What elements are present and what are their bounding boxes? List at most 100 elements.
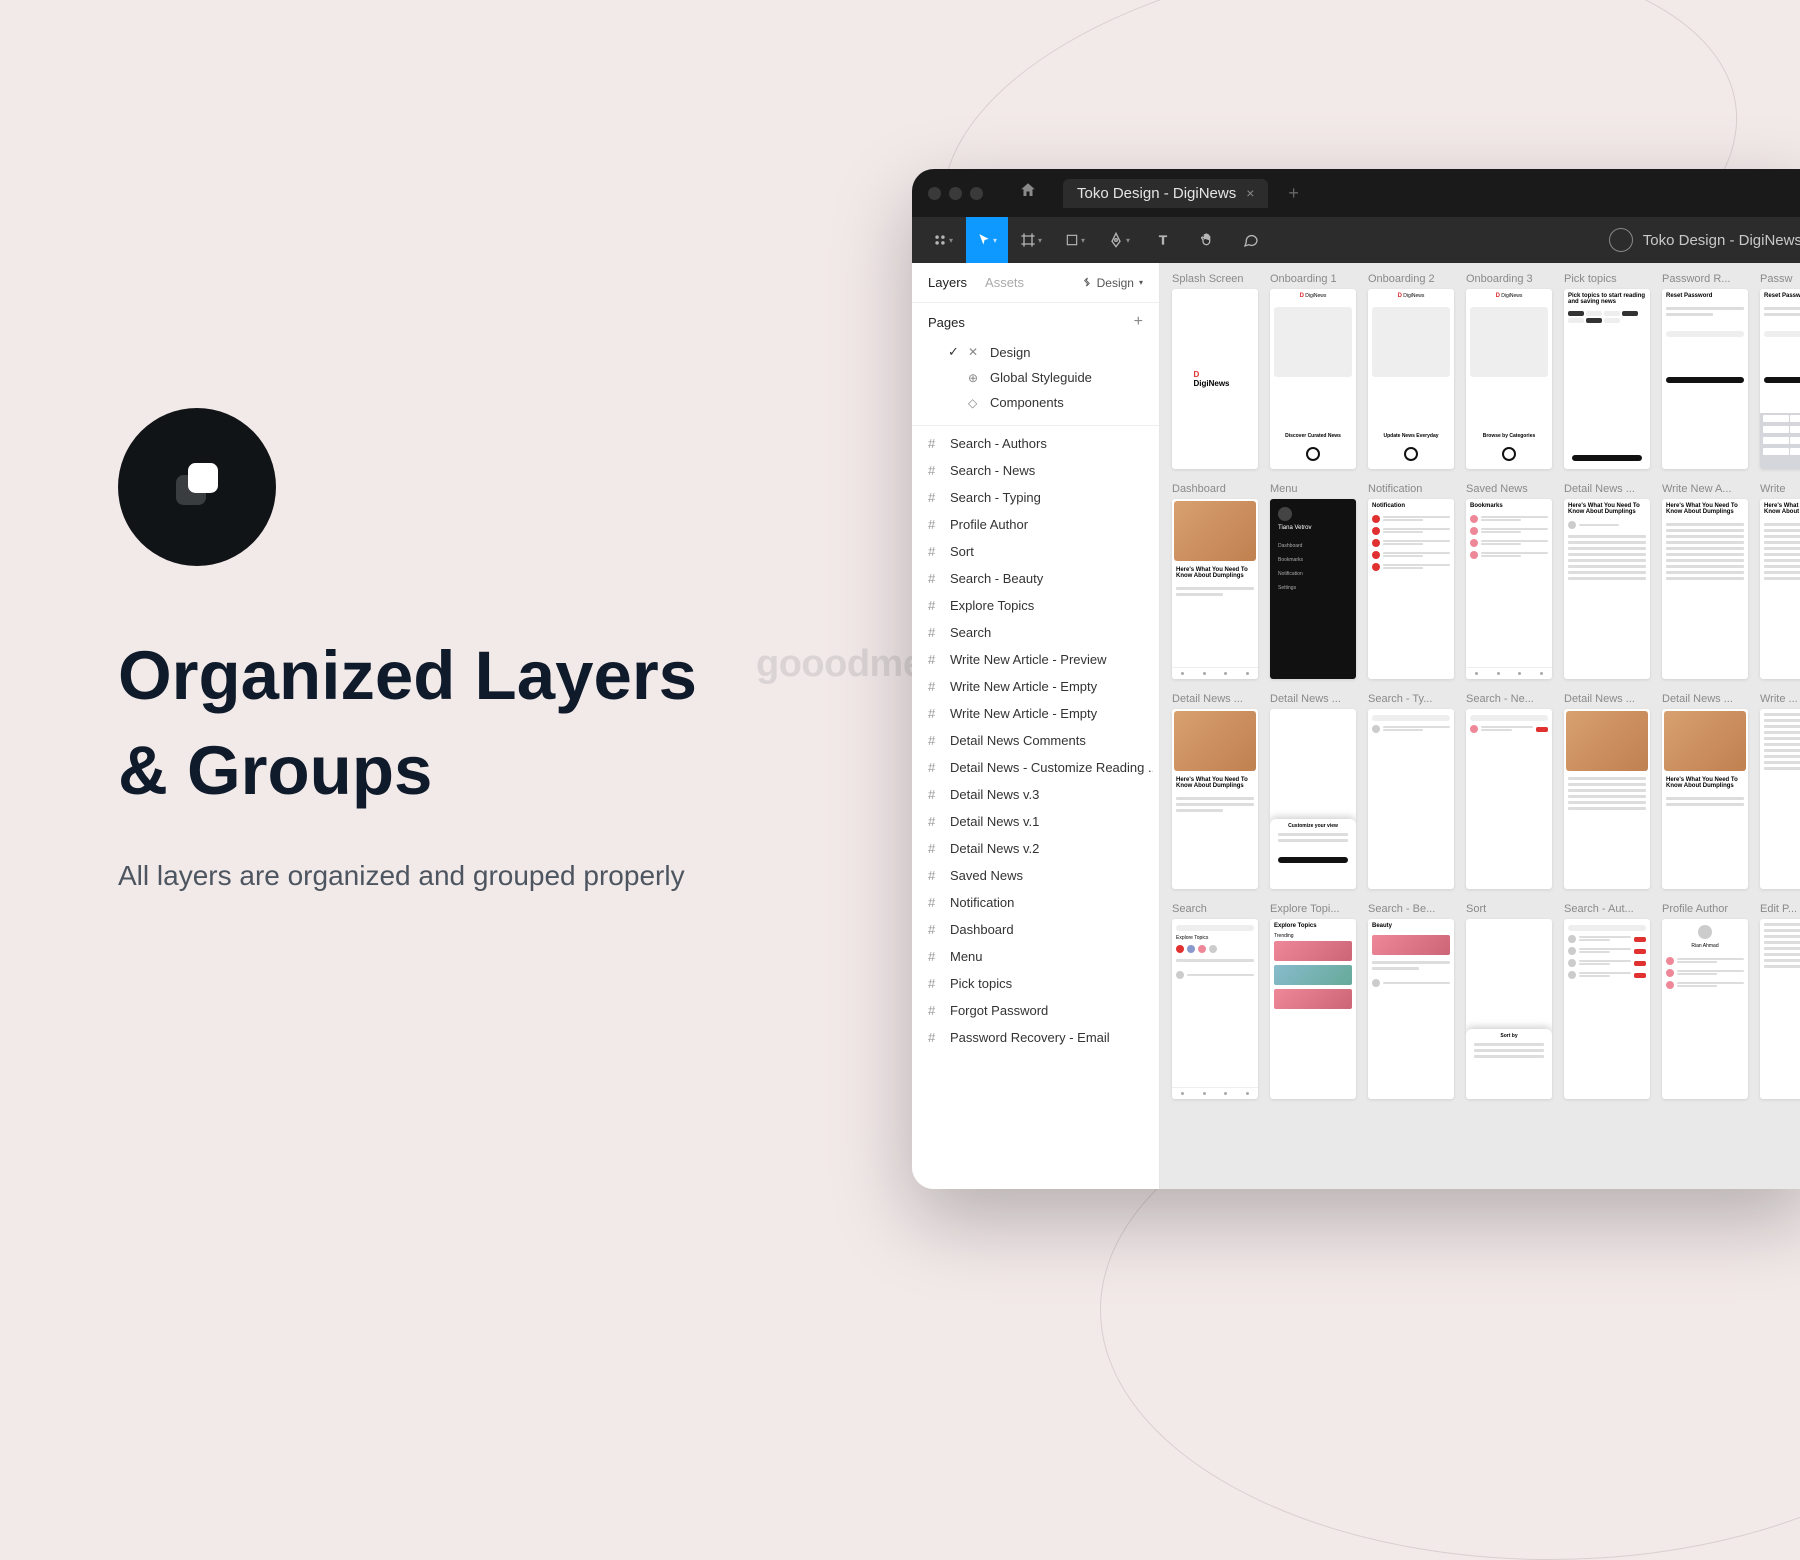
canvas-frame[interactable]: Search - Be...Beauty xyxy=(1368,903,1454,1099)
layer-item[interactable]: #Search xyxy=(918,619,1153,646)
frame-icon: # xyxy=(928,436,942,451)
canvas-frame[interactable]: Onboarding 2D DigiNewsUpdate News Everyd… xyxy=(1368,273,1454,469)
canvas-frame[interactable]: Write New A...Here's What You Need To Kn… xyxy=(1662,483,1748,679)
layer-item[interactable]: #Detail News v.1 xyxy=(918,808,1153,835)
canvas-frame[interactable]: Onboarding 3D DigiNewsBrowse by Categori… xyxy=(1466,273,1552,469)
canvas[interactable]: Splash ScreenD DigiNewsOnboarding 1D Dig… xyxy=(1160,263,1800,1189)
canvas-frame[interactable]: SortSort by xyxy=(1466,903,1552,1099)
layer-item[interactable]: #Saved News xyxy=(918,862,1153,889)
frame-label: Profile Author xyxy=(1662,903,1748,915)
canvas-frame[interactable]: Detail News ...Here's What You Need To K… xyxy=(1172,693,1258,889)
pages-list: ✓✕Design⊕Global Styleguide◇Components xyxy=(912,339,1159,426)
frame-icon: # xyxy=(928,949,942,964)
layer-name: Write New Article - Empty xyxy=(950,679,1097,694)
layer-item[interactable]: #Forgot Password xyxy=(918,997,1153,1024)
canvas-frame[interactable]: DashboardHere's What You Need To Know Ab… xyxy=(1172,483,1258,679)
layer-item[interactable]: #Detail News v.3 xyxy=(918,781,1153,808)
canvas-frame[interactable]: Detail News ... xyxy=(1564,693,1650,889)
canvas-frame[interactable]: Onboarding 1D DigiNewsDiscover Curated N… xyxy=(1270,273,1356,469)
menu-tool[interactable]: ▾ xyxy=(922,217,964,263)
layer-item[interactable]: #Detail News Comments xyxy=(918,727,1153,754)
canvas-frame[interactable]: Explore Topi...Explore TopicsTrending xyxy=(1270,903,1356,1099)
avatar-icon xyxy=(1609,228,1633,252)
frame-label: Sort xyxy=(1466,903,1552,915)
document-tab[interactable]: Toko Design - DigiNews × xyxy=(1063,179,1268,208)
page-item[interactable]: ⊕Global Styleguide xyxy=(942,365,1149,390)
layer-name: Search - News xyxy=(950,463,1035,478)
layer-item[interactable]: #Profile Author xyxy=(918,511,1153,538)
pen-tool[interactable]: ▾ xyxy=(1098,217,1140,263)
traffic-lights[interactable] xyxy=(928,187,983,200)
layer-item[interactable]: #Sort xyxy=(918,538,1153,565)
tab-assets[interactable]: Assets xyxy=(985,275,1024,290)
canvas-frame[interactable]: Search - Ty... xyxy=(1368,693,1454,889)
layer-item[interactable]: #Dashboard xyxy=(918,916,1153,943)
frame-label: Search - Be... xyxy=(1368,903,1454,915)
canvas-frame[interactable]: Search - Ne... xyxy=(1466,693,1552,889)
layer-item[interactable]: #Detail News - Customize Reading ... xyxy=(918,754,1153,781)
canvas-frame[interactable]: SearchExplore Topics xyxy=(1172,903,1258,1099)
frame-label: Write ... xyxy=(1760,693,1800,705)
page-item[interactable]: ◇Components xyxy=(942,390,1149,415)
frame-label: Dashboard xyxy=(1172,483,1258,495)
page-icon: ✕ xyxy=(968,345,982,359)
comment-tool[interactable] xyxy=(1230,217,1272,263)
canvas-frame[interactable]: Splash ScreenD DigiNews xyxy=(1172,273,1258,469)
layer-item[interactable]: #Password Recovery - Email xyxy=(918,1024,1153,1051)
frame-label: Detail News ... xyxy=(1564,693,1650,705)
layer-item[interactable]: #Write New Article - Empty xyxy=(918,700,1153,727)
hero-block: Organized Layers & Groups All layers are… xyxy=(118,408,697,892)
page-item[interactable]: ✓✕Design xyxy=(942,339,1149,365)
tab-layers[interactable]: Layers xyxy=(928,275,967,290)
frame-icon: # xyxy=(928,679,942,694)
layer-item[interactable]: #Notification xyxy=(918,889,1153,916)
new-tab-button[interactable]: + xyxy=(1288,183,1299,204)
hand-tool[interactable] xyxy=(1186,217,1228,263)
layer-item[interactable]: #Write New Article - Preview xyxy=(918,646,1153,673)
canvas-frame[interactable]: Detail News ...Here's What You Need To K… xyxy=(1662,693,1748,889)
canvas-frame[interactable]: Password R...Reset Password xyxy=(1662,273,1748,469)
shape-tool[interactable]: ▾ xyxy=(1054,217,1096,263)
move-tool[interactable]: ▾ xyxy=(966,217,1008,263)
canvas-frame[interactable]: Write ... xyxy=(1760,693,1800,889)
layer-item[interactable]: #Search - Authors xyxy=(918,430,1153,457)
canvas-frame[interactable]: NotificationNotification xyxy=(1368,483,1454,679)
layer-item[interactable]: #Pick topics xyxy=(918,970,1153,997)
layer-item[interactable]: # Write New Article - Empty xyxy=(918,673,1153,700)
layer-item[interactable]: #Detail News v.2 xyxy=(918,835,1153,862)
layer-name: Explore Topics xyxy=(950,598,1034,613)
canvas-frame[interactable]: Pick topicsPick topics to start reading … xyxy=(1564,273,1650,469)
layer-item[interactable]: #Search - Typing xyxy=(918,484,1153,511)
panel-tabs: Layers Assets Design ▾ xyxy=(912,263,1159,303)
frame-label: Pick topics xyxy=(1564,273,1650,285)
layer-name: Detail News v.2 xyxy=(950,841,1039,856)
frame-icon: # xyxy=(928,760,942,775)
frame-tool[interactable]: ▾ xyxy=(1010,217,1052,263)
canvas-frame[interactable]: Edit P... xyxy=(1760,903,1800,1099)
layer-name: Search - Beauty xyxy=(950,571,1043,586)
canvas-frame[interactable]: Detail News ...Customize your view xyxy=(1270,693,1356,889)
project-selector[interactable]: Toko Design - DigiNews xyxy=(1609,228,1800,252)
home-icon[interactable] xyxy=(1019,181,1037,205)
canvas-frame[interactable]: Profile AuthorRian Ahmad xyxy=(1662,903,1748,1099)
layer-item[interactable]: #Search - News xyxy=(918,457,1153,484)
text-tool[interactable] xyxy=(1142,217,1184,263)
canvas-frame[interactable]: Detail News ...Here's What You Need To K… xyxy=(1564,483,1650,679)
frame-icon: # xyxy=(928,976,942,991)
canvas-frame[interactable]: PasswReset Password xyxy=(1760,273,1800,469)
layer-item[interactable]: #Explore Topics xyxy=(918,592,1153,619)
chevron-down-icon: ▾ xyxy=(1139,278,1143,287)
add-page-button[interactable]: + xyxy=(1134,313,1143,331)
canvas-frame[interactable]: WriteHere's What You Need To Know About … xyxy=(1760,483,1800,679)
page-selector[interactable]: Design ▾ xyxy=(1081,276,1143,290)
page-name: Global Styleguide xyxy=(990,370,1092,385)
canvas-frame[interactable]: Saved NewsBookmarks xyxy=(1466,483,1552,679)
canvas-frame[interactable]: Search - Aut... xyxy=(1564,903,1650,1099)
layers-icon xyxy=(161,451,233,523)
close-icon[interactable]: × xyxy=(1246,185,1254,201)
layer-item[interactable]: #Search - Beauty xyxy=(918,565,1153,592)
layer-item[interactable]: #Menu xyxy=(918,943,1153,970)
page-name: Design xyxy=(990,345,1030,360)
canvas-frame[interactable]: MenuTiana VetrovDashboardBookmarksNotifi… xyxy=(1270,483,1356,679)
frame-icon: # xyxy=(928,733,942,748)
